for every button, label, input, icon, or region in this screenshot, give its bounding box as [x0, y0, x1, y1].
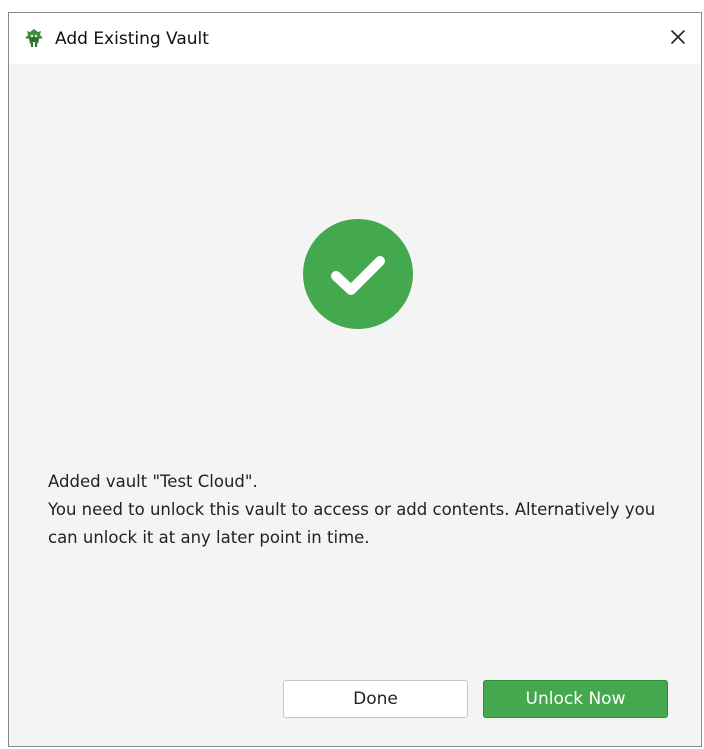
dialog-title: Add Existing Vault — [55, 29, 209, 49]
title-bar: Add Existing Vault — [9, 13, 701, 64]
unlock-hint-text: You need to unlock this vault to access … — [48, 500, 656, 547]
vault-added-text: Added vault "Test Cloud". — [48, 472, 258, 491]
done-button[interactable]: Done — [283, 680, 468, 718]
status-message: Added vault "Test Cloud". You need to un… — [48, 468, 688, 552]
close-button[interactable] — [655, 13, 701, 64]
app-icon — [23, 27, 45, 49]
check-circle-icon — [302, 218, 414, 330]
close-icon — [669, 28, 687, 50]
add-existing-vault-dialog: Add Existing Vault Added vault "Test Clo… — [8, 12, 702, 747]
unlock-now-button[interactable]: Unlock Now — [483, 680, 668, 718]
